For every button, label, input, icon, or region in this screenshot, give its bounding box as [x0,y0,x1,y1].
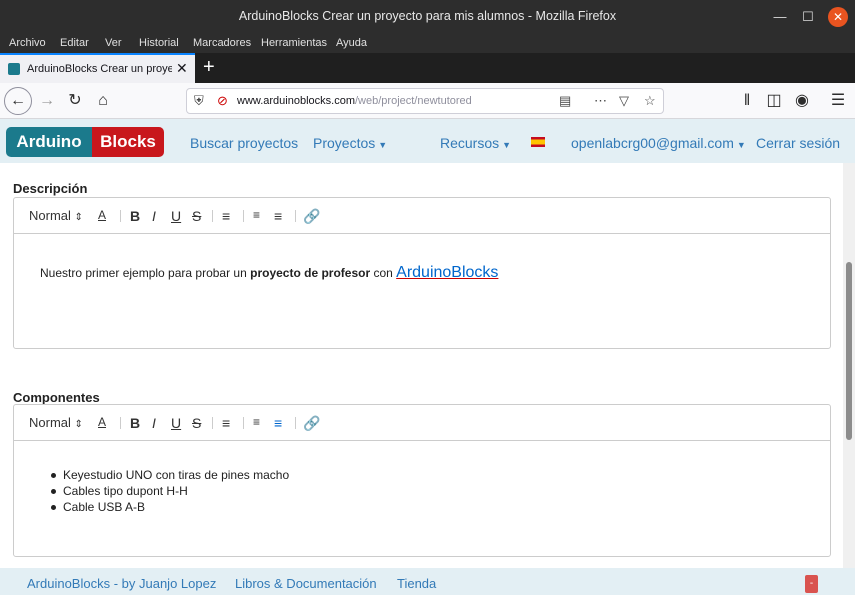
toolbar-divider [295,210,296,222]
url-bar[interactable]: ⛨ ⊘ www.arduinoblocks.com/web/project/ne… [186,88,664,114]
italic-icon[interactable]: I [152,415,156,431]
bullet-list-icon[interactable]: ≡ [274,208,282,224]
site-footer: ArduinoBlocks - by Juanjo Lopez Libros &… [0,568,855,595]
description-title: Descripción [13,181,88,196]
description-editor[interactable]: Normal ⇕ A B I U S ≡ ≡ ≡ 🔗 Nuestro prime… [13,197,831,349]
close-icon[interactable]: ✕ [828,7,848,27]
menu-bar: Archivo Editar Ver Historial Marcadores … [0,33,855,53]
toolbar-divider [243,210,244,222]
navigation-bar: ← → ↻ ⌂ ⛨ ⊘ www.arduinoblocks.com/web/pr… [0,83,855,119]
minimize-icon[interactable]: — [770,7,790,27]
menu-herramientas[interactable]: Herramientas [261,37,327,49]
ordered-list-icon[interactable]: ≡ [253,208,260,222]
ordered-list-icon[interactable]: ≡ [253,415,260,429]
bullet-list-icon[interactable]: ≡ [274,415,282,431]
list-item: Keyestudio UNO con tiras de pines macho [51,467,289,483]
menu-editar[interactable]: Editar [60,37,89,49]
logo-blocks: Blocks [92,127,164,157]
toolbar-divider [212,210,213,222]
tab-label: ArduinoBlocks Crear un proyecto p [27,63,172,75]
font-color-icon[interactable]: A [98,208,106,222]
underline-icon[interactable]: U [171,208,181,224]
chevron-down-icon: ▼ [736,140,746,150]
nav-projects[interactable]: Proyectos ▼ [313,135,387,151]
toolbar-divider [212,417,213,429]
nav-resources[interactable]: Recursos ▼ [440,135,511,151]
reload-icon[interactable]: ↻ [63,89,87,113]
toolbar-divider [120,210,121,222]
maximize-icon[interactable]: ☐ [798,7,818,27]
menu-archivo[interactable]: Archivo [9,37,46,49]
nav-user[interactable]: openlabcrg00@gmail.com ▼ [571,135,746,151]
spain-flag-icon[interactable] [531,137,545,147]
collapse-button[interactable]: - [805,575,818,593]
menu-ver[interactable]: Ver [105,37,122,49]
toolbar-divider [295,417,296,429]
components-title: Componentes [13,390,100,405]
chevron-down-icon: ▼ [502,140,512,150]
library-icon[interactable]: ‖ [735,89,759,113]
bold-icon[interactable]: B [130,208,140,224]
link-icon[interactable]: 🔗 [303,415,320,432]
footer-shop-link[interactable]: Tienda [397,576,436,591]
new-tab-icon[interactable]: + [203,56,215,79]
reader-view-icon[interactable]: ▤ [559,93,571,109]
format-select[interactable]: Normal ⇕ [29,415,83,430]
components-editor[interactable]: Normal ⇕ A B I U S ≡ ≡ ≡ 🔗 Keyestudio UN… [13,404,831,557]
sidebar-icon[interactable]: ◫ [762,89,786,113]
footer-books-link[interactable]: Libros & Documentación [235,576,377,591]
shield-icon[interactable]: ⛨ [194,93,204,109]
toolbar-divider [120,417,121,429]
menu-ayuda[interactable]: Ayuda [336,37,367,49]
link-icon[interactable]: 🔗 [303,208,320,225]
window-title: ArduinoBlocks Crear un proyecto para mis… [238,9,617,23]
strikethrough-icon[interactable]: S [192,415,201,431]
pocket-icon[interactable]: ▽ [619,93,629,109]
page-actions-icon[interactable]: ⋯ [594,93,607,109]
nav-logout[interactable]: Cerrar sesión [756,135,840,151]
menu-historial[interactable]: Historial [139,37,179,49]
account-icon[interactable]: ◉ [790,89,814,113]
tab-strip: ArduinoBlocks Crear un proyecto p ✕ + [0,53,855,83]
list-item: Cable USB A-B [51,499,289,515]
home-icon[interactable]: ⌂ [91,89,115,113]
window-titlebar: ArduinoBlocks Crear un proyecto para mis… [0,0,855,33]
back-icon[interactable]: ← [4,87,32,115]
bookmark-star-icon[interactable]: ☆ [644,93,656,109]
nav-search-projects[interactable]: Buscar proyectos [190,135,298,151]
arduinoblocks-logo[interactable]: Arduino Blocks [6,127,164,157]
italic-icon[interactable]: I [152,208,156,224]
footer-credit-link[interactable]: ArduinoBlocks - by Juanjo Lopez [27,576,216,591]
toolbar-divider [243,417,244,429]
menu-marcadores[interactable]: Marcadores [193,37,251,49]
strikethrough-icon[interactable]: S [192,208,201,224]
list-item: Cables tipo dupont H-H [51,483,289,499]
arduinoblocks-link[interactable]: ArduinoBlocks [396,264,498,281]
scrollbar-thumb[interactable] [846,262,852,440]
url-text: www.arduinoblocks.com/web/project/newtut… [237,95,472,107]
description-text: Nuestro primer ejemplo para probar un pr… [40,264,499,281]
site-favicon-icon [8,63,20,75]
chevron-down-icon: ▼ [378,140,388,150]
font-color-icon[interactable]: A [98,415,106,429]
menu-hamburger-icon[interactable]: ☰ [826,89,850,113]
format-select[interactable]: Normal ⇕ [29,208,83,223]
insecure-lock-icon[interactable]: ⊘ [217,93,228,109]
tab-arduinoblocks[interactable]: ArduinoBlocks Crear un proyecto p ✕ [0,53,195,83]
components-list: Keyestudio UNO con tiras de pines macho … [51,467,289,515]
close-tab-icon[interactable]: ✕ [176,60,188,77]
logo-arduino: Arduino [6,127,92,157]
underline-icon[interactable]: U [171,415,181,431]
align-icon[interactable]: ≡ [222,208,230,224]
align-icon[interactable]: ≡ [222,415,230,431]
description-toolbar: Normal ⇕ A B I U S ≡ ≡ ≡ 🔗 [14,198,830,234]
bold-icon[interactable]: B [130,415,140,431]
components-toolbar: Normal ⇕ A B I U S ≡ ≡ ≡ 🔗 [14,405,830,441]
forward-icon[interactable]: → [35,89,59,113]
